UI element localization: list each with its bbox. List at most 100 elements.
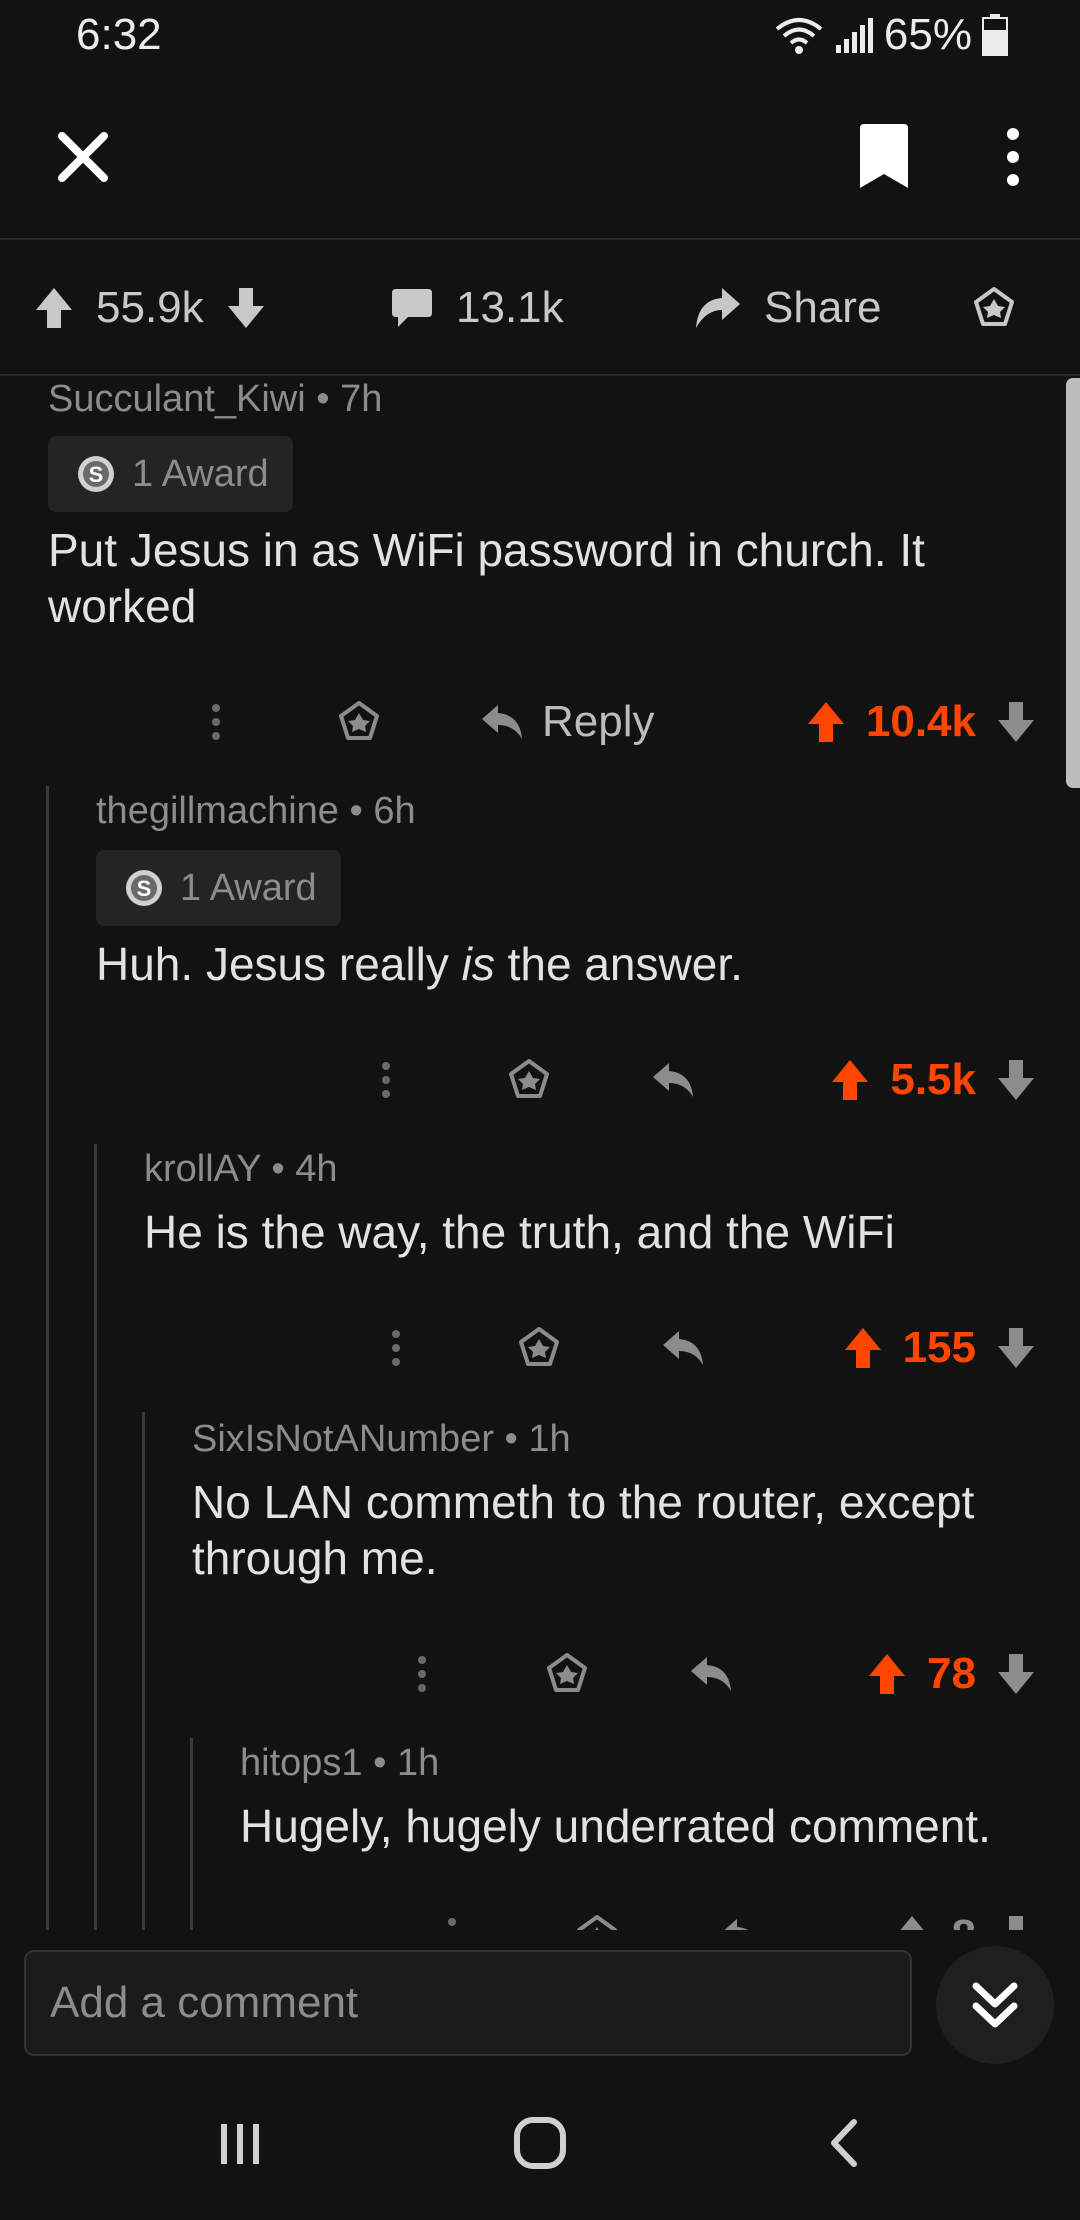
- add-comment-input[interactable]: [24, 1950, 912, 2056]
- svg-text:S: S: [89, 462, 104, 487]
- more-vertical-icon: [392, 1330, 400, 1366]
- award-icon: [339, 701, 379, 740]
- comment-more-button[interactable]: [378, 1318, 414, 1378]
- comment-score: 78: [927, 1649, 976, 1698]
- wifi-icon: [775, 18, 823, 54]
- upvote-icon[interactable]: [892, 1914, 932, 1930]
- reply-button[interactable]: [716, 1906, 766, 1930]
- comment-age: 1h: [396, 1742, 440, 1784]
- comment-body: Huh. Jesus really is the answer.: [96, 936, 1076, 992]
- save-button[interactable]: [856, 124, 912, 190]
- award-button[interactable]: [972, 240, 1016, 376]
- comments-count-button[interactable]: 13.1k: [390, 240, 564, 376]
- scrollbar-thumb[interactable]: [1066, 378, 1080, 788]
- upvote-icon[interactable]: [806, 700, 846, 744]
- downvote-icon[interactable]: [996, 1914, 1036, 1930]
- comment-more-button[interactable]: [368, 1050, 404, 1110]
- thread-line-depth-2[interactable]: [94, 1144, 97, 1930]
- comment-score: 5.5k: [890, 1055, 976, 1104]
- comment-author[interactable]: hitops1: [240, 1742, 363, 1784]
- next-comment-button[interactable]: [936, 1946, 1054, 2064]
- comment-score: 155: [902, 1323, 976, 1372]
- more-vertical-icon: [212, 704, 220, 740]
- comment-score: 10.4k: [865, 697, 976, 746]
- comment-author[interactable]: SixIsNotANumber: [192, 1418, 494, 1460]
- upvote-icon[interactable]: [34, 286, 74, 330]
- comment-meta: hitops1 • 1h: [240, 1742, 440, 1784]
- reply-icon: [724, 1919, 748, 1930]
- thread-line-depth-4[interactable]: [190, 1738, 193, 1930]
- more-options-button[interactable]: [990, 124, 1036, 190]
- battery-icon: [982, 14, 1008, 56]
- comment-author[interactable]: Succulant_Kiwi: [48, 378, 306, 420]
- home-icon: [514, 2117, 566, 2169]
- more-vertical-icon: [418, 1656, 426, 1692]
- comment-meta: Succulant_Kiwi • 7h: [48, 378, 383, 420]
- reply-button[interactable]: [686, 1644, 736, 1704]
- recent-apps-icon: [221, 2124, 259, 2164]
- comment-body: No LAN commeth to the router, except thr…: [192, 1476, 975, 1584]
- upvote-icon[interactable]: [867, 1652, 907, 1696]
- downvote-icon[interactable]: [226, 286, 266, 330]
- reply-button[interactable]: [658, 1318, 708, 1378]
- thread-line-depth-1[interactable]: [46, 786, 49, 1930]
- thread-line-depth-3[interactable]: [142, 1412, 145, 1930]
- downvote-icon[interactable]: [996, 700, 1036, 744]
- comment-award-button[interactable]: [504, 1050, 554, 1110]
- comment-author[interactable]: thegillmachine: [96, 790, 339, 832]
- reply-label: Reply: [542, 697, 655, 746]
- home-button[interactable]: [500, 2108, 580, 2178]
- award-icon: [577, 1915, 617, 1930]
- comment-author[interactable]: krollAY: [144, 1148, 261, 1190]
- silver-award-icon: S: [126, 870, 162, 906]
- back-button[interactable]: [804, 2108, 884, 2178]
- reply-icon: [482, 705, 522, 739]
- award-badge[interactable]: S 1 Award: [96, 850, 341, 926]
- comment-more-button[interactable]: [198, 692, 234, 752]
- share-button[interactable]: Share: [694, 240, 881, 376]
- comment-thread[interactable]: Succulant_Kiwi • 7h S 1 Award Put Jesus …: [0, 378, 1080, 1930]
- top-bar: [0, 72, 1080, 240]
- comment-age: 1h: [528, 1418, 571, 1460]
- comment-meta: SixIsNotANumber • 1h: [192, 1418, 571, 1460]
- upvote-icon[interactable]: [843, 1326, 883, 1370]
- comment-award-button[interactable]: [572, 1906, 622, 1930]
- comment-award-button[interactable]: [542, 1644, 592, 1704]
- upvote-icon[interactable]: [830, 1058, 870, 1102]
- downvote-icon[interactable]: [996, 1058, 1036, 1102]
- system-nav-bar: [0, 2068, 1080, 2220]
- battery-percent: 65%: [883, 10, 972, 59]
- recent-apps-button[interactable]: [200, 2108, 280, 2178]
- reply-icon: [663, 1331, 703, 1365]
- status-indicators: 65%: [774, 10, 1008, 60]
- comment-vote-group: 10.4k: [766, 692, 1036, 752]
- award-badge[interactable]: S 1 Award: [48, 436, 293, 512]
- comment-award-button[interactable]: [334, 692, 384, 752]
- award-label: 1 Award: [180, 866, 317, 909]
- comment-vote-group: 78: [766, 1644, 1036, 1704]
- comment-more-button[interactable]: [434, 1906, 470, 1930]
- downvote-icon[interactable]: [996, 1652, 1036, 1696]
- share-icon: [696, 288, 740, 328]
- comment-age: 7h: [340, 378, 383, 420]
- comment-award-button[interactable]: [514, 1318, 564, 1378]
- back-icon: [831, 2119, 857, 2167]
- award-icon: [547, 1653, 587, 1692]
- award-label: 1 Award: [132, 452, 269, 495]
- comment-icon: [392, 289, 432, 327]
- comment-composer: [0, 1930, 1080, 2068]
- post-vote-group: 55.9k: [34, 240, 266, 376]
- signal-icon: [835, 18, 873, 53]
- comment-score: 8: [952, 1911, 976, 1930]
- award-icon: [519, 1327, 559, 1366]
- reply-button[interactable]: Reply: [480, 692, 680, 752]
- comment-vote-group: 8: [766, 1906, 1036, 1930]
- comment-vote-group: 155: [766, 1318, 1036, 1378]
- comment-body-text: Huh. Jesus really: [96, 938, 462, 990]
- close-button[interactable]: [50, 124, 116, 190]
- downvote-icon[interactable]: [996, 1326, 1036, 1370]
- close-icon: [58, 132, 108, 182]
- reply-button[interactable]: [648, 1050, 698, 1110]
- more-vertical-icon: [448, 1918, 456, 1926]
- comment-more-button[interactable]: [404, 1644, 440, 1704]
